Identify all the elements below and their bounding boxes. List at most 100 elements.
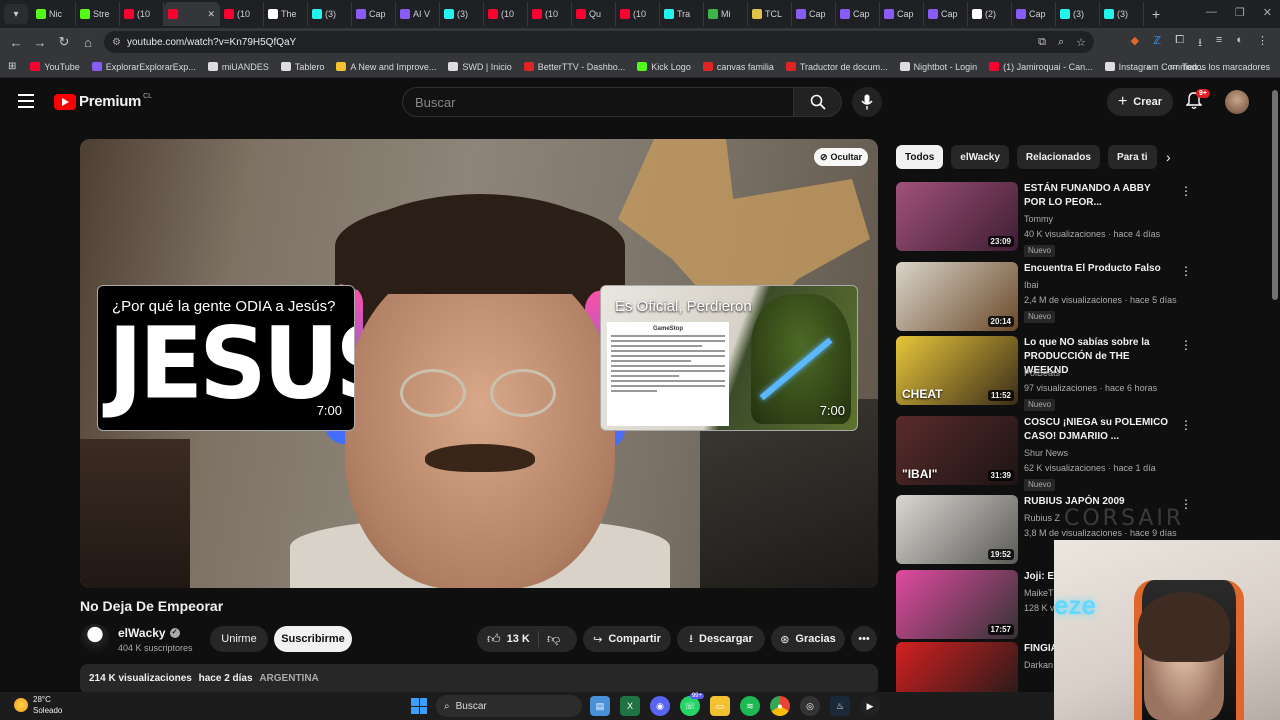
obs-icon[interactable]: ◎ — [800, 696, 820, 716]
recommendation-title[interactable]: Encuentra El Producto Falso — [1024, 262, 1174, 276]
recommendation-thumbnail[interactable]: 19:52 — [896, 495, 1018, 564]
bookmark-item[interactable]: Nightbot - Login — [899, 62, 977, 72]
browser-tab[interactable]: ✕ — [164, 2, 220, 26]
browser-tab[interactable]: (3) — [440, 2, 484, 26]
more-options-icon[interactable]: ⋮ — [1180, 264, 1192, 278]
recommendation-thumbnail[interactable]: 23:09 — [896, 182, 1018, 251]
recommendation-channel[interactable]: Ibai — [1024, 280, 1039, 290]
browser-tab[interactable]: (10 — [484, 2, 528, 26]
more-bookmarks-icon[interactable]: » — [1146, 62, 1151, 72]
bookmark-item[interactable]: miUANDES — [207, 62, 269, 72]
chrome-menu-icon[interactable]: ⋮ — [1257, 34, 1268, 53]
bookmark-item[interactable]: YouTube — [30, 62, 80, 72]
hide-endcards-button[interactable]: ⊘ Ocultar — [813, 148, 868, 166]
youtube-premium-logo[interactable]: Premium CL — [54, 93, 152, 110]
bookmark-star-icon[interactable]: ☆ — [1076, 36, 1086, 49]
chrome-icon[interactable]: ● — [770, 696, 790, 716]
menu-icon[interactable] — [18, 94, 34, 108]
whatsapp-icon[interactable]: ☏ 99+ — [680, 693, 704, 716]
browser-tab[interactable]: Nic — [32, 2, 76, 26]
extension-translate-icon[interactable]: ℤ — [1153, 34, 1161, 53]
browser-tab[interactable]: (10 — [528, 2, 572, 26]
media-control-icon[interactable]: ≡ — [1216, 34, 1222, 53]
zoom-icon[interactable]: ⌕ — [1058, 36, 1064, 49]
reload-icon[interactable]: ↻ — [52, 34, 76, 50]
forward-icon[interactable]: → — [28, 35, 52, 50]
recommendation-thumbnail[interactable]: 17:57 — [896, 570, 1018, 639]
downloads-icon[interactable]: ⭳ — [1198, 34, 1202, 53]
account-avatar[interactable] — [1225, 90, 1249, 114]
file-explorer-icon[interactable]: ▭ — [710, 696, 730, 716]
new-tab-button[interactable]: + — [1152, 6, 1160, 22]
voice-search-button[interactable] — [852, 87, 882, 117]
recommendation-channel[interactable]: Rubius Z — [1024, 513, 1060, 523]
search-input[interactable]: Buscar — [402, 87, 794, 117]
profile-icon[interactable]: ◐ — [1236, 34, 1243, 53]
close-tab-icon[interactable]: ✕ — [207, 9, 215, 20]
home-icon[interactable]: ⌂ — [76, 35, 100, 50]
dislike-button[interactable]: 👎︎ — [547, 631, 560, 647]
share-button[interactable]: ↪ Compartir — [583, 626, 671, 652]
create-button[interactable]: + Crear — [1107, 88, 1173, 116]
address-bar[interactable]: ⚙ youtube.com/watch?v=Kn79H5QfQaY ⧉ ⌕ ☆ — [104, 31, 1094, 53]
notepad-icon[interactable]: ▤ — [590, 696, 610, 716]
recommendation-channel[interactable]: Tommy — [1024, 214, 1053, 224]
channel-avatar[interactable] — [80, 624, 110, 654]
bookmark-item[interactable]: SWD | Inicio — [448, 62, 512, 72]
back-icon[interactable]: ← — [4, 35, 28, 50]
windows-start-icon[interactable] — [411, 698, 427, 714]
weather-widget[interactable]: 28°C Soleado — [14, 694, 62, 716]
browser-tab[interactable]: AI V — [396, 2, 440, 26]
taskbar-search-input[interactable]: ⌕ Buscar — [436, 695, 582, 717]
chip-para-ti[interactable]: Para ti — [1107, 145, 1157, 169]
browser-tab[interactable]: Tra — [660, 2, 704, 26]
minimize-icon[interactable]: — — [1206, 6, 1217, 19]
extensions-puzzle-icon[interactable]: ⧠ — [1175, 34, 1184, 53]
browser-tab[interactable]: Qu — [572, 2, 616, 26]
scrollbar-thumb[interactable] — [1272, 90, 1278, 300]
browser-tab[interactable]: Cap — [792, 2, 836, 26]
bookmark-item[interactable]: ExplorarExplorarExp... — [91, 62, 196, 72]
browser-tab[interactable]: Cap — [880, 2, 924, 26]
chip-relacionados[interactable]: Relacionados — [1016, 145, 1100, 169]
browser-tab[interactable]: Cap — [836, 2, 880, 26]
browser-tab[interactable]: (3) — [308, 2, 352, 26]
search-button[interactable] — [794, 87, 842, 117]
bookmark-item[interactable]: canvas familia — [702, 62, 774, 72]
discord-icon[interactable]: ◉ — [650, 696, 670, 716]
browser-tab[interactable]: (3) — [1100, 2, 1144, 26]
tab-search-button[interactable]: ▾ — [4, 4, 28, 24]
more-options-icon[interactable]: ⋮ — [1180, 338, 1192, 352]
browser-tab[interactable]: Mi — [704, 2, 748, 26]
extension-fox-icon[interactable]: ◆ — [1131, 34, 1139, 53]
recommendation-item[interactable]: CHEAT 11:52 Lo que NO sabías sobre la PROD… — [896, 336, 1196, 411]
recommendation-channel[interactable]: Darkan — [1024, 660, 1053, 670]
browser-tab[interactable]: Cap — [924, 2, 968, 26]
more-options-icon[interactable]: ⋮ — [1180, 184, 1192, 198]
recommendation-thumbnail[interactable]: CHEAT 11:52 — [896, 336, 1018, 405]
excel-icon[interactable]: X — [620, 696, 640, 716]
site-info-icon[interactable]: ⚙ — [112, 37, 121, 48]
recommendation-item[interactable]: 23:09 ESTÁN FUNANDO A ABBY POR LO PEOR...… — [896, 182, 1196, 257]
browser-tab[interactable]: (10 — [616, 2, 660, 26]
location-tag[interactable]: ARGENTINA — [259, 673, 318, 684]
all-bookmarks-link[interactable]: Todos los marcadores — [1182, 62, 1270, 72]
recommendation-channel[interactable]: PolBeats — [1024, 368, 1060, 378]
recommendation-thumbnail[interactable]: "IBAI" 31:39 — [896, 416, 1018, 485]
bookmark-item[interactable]: (1) Jamiroquai - Can... — [989, 62, 1093, 72]
chip-todos[interactable]: Todos — [896, 145, 944, 169]
bookmark-item[interactable]: Kick Logo — [637, 62, 691, 72]
media-player-icon[interactable]: ▶ — [860, 696, 880, 716]
browser-tab[interactable]: Cap — [1012, 2, 1056, 26]
install-app-icon[interactable]: ⧉ — [1038, 36, 1046, 49]
browser-tab[interactable]: The — [264, 2, 308, 26]
browser-tab[interactable]: (3) — [1056, 2, 1100, 26]
maximize-icon[interactable]: ❐ — [1235, 6, 1245, 19]
browser-tab[interactable]: Stre — [76, 2, 120, 26]
description-box[interactable]: 214 K visualizaciones hace 2 días ARGENT… — [80, 664, 878, 694]
chip-elwacky[interactable]: elWacky — [951, 145, 1009, 169]
chevron-right-icon[interactable]: › — [1166, 149, 1171, 165]
recommendation-channel[interactable]: Shur News — [1024, 448, 1068, 458]
recommendation-thumbnail[interactable]: 20:14 — [896, 262, 1018, 331]
bookmark-item[interactable]: BetterTTV - Dashbo... — [523, 62, 625, 72]
